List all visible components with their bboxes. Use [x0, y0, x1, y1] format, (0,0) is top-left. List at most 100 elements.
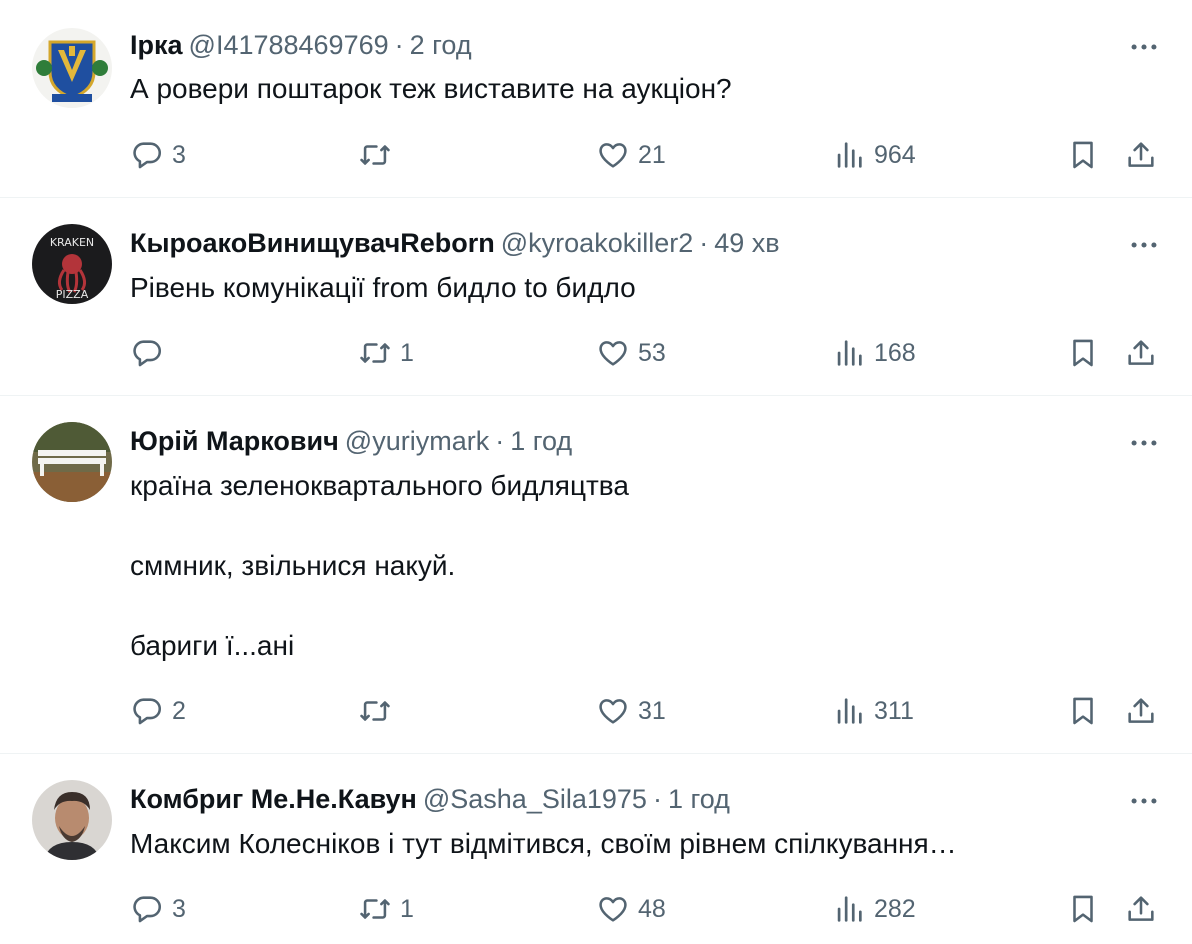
share-upload-icon [1128, 698, 1154, 723]
tweet-paragraph: Рівень комунікації from бидло to бидло [130, 272, 636, 303]
reply-bubble-icon [133, 698, 162, 725]
tweet-paragraph: сммник, звільнися накуй. [130, 550, 456, 581]
avatar[interactable] [32, 28, 112, 108]
author-handle[interactable]: @yuriymark [345, 426, 489, 456]
like-button[interactable]: 53 [596, 333, 666, 373]
tweet-paragraph: А ровери поштарок теж виставите на аукці… [130, 73, 732, 104]
avatar[interactable] [32, 422, 112, 502]
bookmark-icon [1073, 895, 1093, 923]
retweet-button[interactable]: 1 [358, 333, 414, 373]
bookmark-button[interactable] [1066, 889, 1100, 929]
retweet-count: 1 [400, 338, 414, 367]
bookmark-button[interactable] [1066, 691, 1100, 731]
author-name[interactable]: КыроакоВинищувачReborn [130, 228, 495, 258]
author-name[interactable]: Юрій Маркович [130, 426, 339, 456]
bench-photo-avatar-image [32, 422, 112, 502]
views-bar-chart-icon [837, 698, 862, 724]
share-button[interactable] [1124, 135, 1158, 175]
retweet-icon [360, 701, 390, 721]
timestamp[interactable]: 1 год [510, 426, 572, 456]
more-options-button[interactable] [1126, 32, 1162, 62]
like-button[interactable]: 31 [596, 691, 666, 731]
separator-dot: · [394, 30, 404, 60]
tweet-paragraph: бариги ї...ані [130, 630, 295, 661]
reply-bubble-icon [133, 142, 162, 169]
tweet-paragraph: країна зеленоквартального бидляцтва [130, 470, 629, 501]
author-handle[interactable]: @I41788469769 [189, 30, 389, 60]
like-button[interactable]: 21 [596, 135, 666, 175]
reply-button[interactable]: 2 [130, 691, 186, 731]
heart-icon [599, 341, 627, 366]
reply-button[interactable]: 3 [130, 889, 186, 929]
action-bar: 3 21 964 [130, 135, 1164, 175]
avatar-text-top: KRAKEN [50, 236, 94, 249]
author-name[interactable]: Ірка [130, 30, 183, 60]
views-bar-chart-icon [837, 340, 862, 366]
more-dots-icon [1131, 242, 1157, 248]
more-options-button[interactable] [1126, 428, 1162, 458]
retweet-button[interactable] [358, 135, 400, 175]
bookmark-icon [1073, 339, 1093, 367]
views-button[interactable]: 964 [832, 135, 916, 175]
retweet-icon [360, 343, 390, 363]
timestamp[interactable]: 2 год [410, 30, 472, 60]
tweet[interactable]: Комбриг Ме.Не.Кавун @Sasha_Sila1975 · 1 год… [0, 754, 1192, 944]
share-button[interactable] [1124, 691, 1158, 731]
avatar-text-bottom: PIZZA [56, 288, 89, 301]
heart-icon [599, 897, 627, 922]
tweet[interactable]: Юрій Маркович @yuriymark · 1 год країна зел… [0, 396, 1192, 754]
timestamp[interactable]: 1 год [668, 784, 730, 814]
like-count: 31 [638, 696, 666, 725]
share-upload-icon [1128, 142, 1154, 167]
separator-dot: · [699, 228, 709, 258]
heart-icon [599, 143, 627, 168]
retweet-button[interactable]: 1 [358, 889, 414, 929]
views-button[interactable]: 168 [832, 333, 916, 373]
reply-bubble-icon [133, 896, 162, 923]
author-handle[interactable]: @Sasha_Sila1975 [423, 784, 647, 814]
more-dots-icon [1131, 44, 1157, 50]
more-dots-icon [1131, 798, 1157, 804]
reply-count: 3 [172, 894, 186, 923]
tweet-header: КыроакоВинищувачReborn @kyroakokiller2 · 49… [130, 227, 1112, 259]
action-bar: 2 31 311 [130, 691, 1164, 731]
avatar[interactable] [32, 780, 112, 860]
reply-button[interactable]: 3 [130, 135, 186, 175]
reply-button[interactable] [130, 333, 172, 373]
views-button[interactable]: 282 [832, 889, 916, 929]
author-handle[interactable]: @kyroakokiller2 [501, 228, 693, 258]
bookmark-button[interactable] [1066, 333, 1100, 373]
tweet-text: країна зеленоквартального бидляцтва сммн… [130, 470, 1132, 662]
share-button[interactable] [1124, 889, 1158, 929]
bookmark-icon [1073, 697, 1093, 725]
heart-icon [599, 699, 627, 724]
share-button[interactable] [1124, 333, 1158, 373]
tweet-header: Ірка @I41788469769 · 2 год [130, 29, 1112, 61]
author-name[interactable]: Комбриг Ме.Не.Кавун [130, 784, 417, 814]
tweet-text: Максим Колесніков і тут відмітився, свої… [130, 828, 1132, 860]
coat-of-arms-avatar-image [32, 28, 112, 108]
views-button[interactable]: 311 [832, 691, 914, 731]
more-options-button[interactable] [1126, 230, 1162, 260]
more-options-button[interactable] [1126, 786, 1162, 816]
retweet-icon [360, 899, 390, 919]
views-count: 964 [874, 140, 916, 169]
tweet-text: Рівень комунікації from бидло to бидло [130, 272, 1132, 304]
avatar[interactable]: KRAKEN PIZZA [32, 224, 112, 304]
tweet[interactable]: Ірка @I41788469769 · 2 год А ровери поштаро… [0, 0, 1192, 198]
views-count: 168 [874, 338, 916, 367]
views-bar-chart-icon [837, 896, 862, 922]
retweet-button[interactable] [358, 691, 400, 731]
timestamp[interactable]: 49 хв [714, 228, 779, 258]
views-count: 311 [874, 696, 914, 725]
tweet[interactable]: KRAKEN PIZZA КыроакоВинищувачReborn @kyro… [0, 198, 1192, 396]
kraken-pizza-avatar-image: KRAKEN PIZZA [32, 224, 112, 304]
share-upload-icon [1128, 340, 1154, 365]
reply-count: 2 [172, 696, 186, 725]
bookmark-icon [1073, 141, 1093, 169]
retweet-count: 1 [400, 894, 414, 923]
separator-dot: · [495, 426, 505, 456]
bookmark-button[interactable] [1066, 135, 1100, 175]
like-button[interactable]: 48 [596, 889, 666, 929]
separator-dot: · [652, 784, 662, 814]
